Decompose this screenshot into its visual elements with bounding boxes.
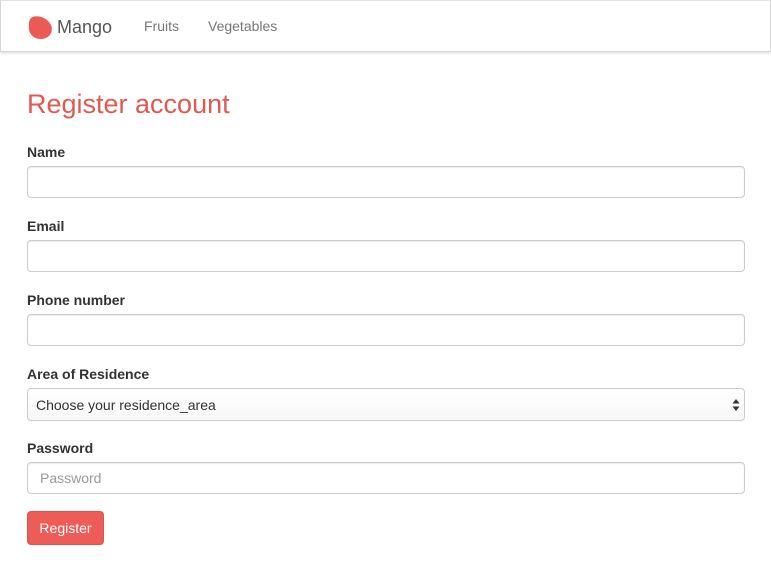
- brand-name: Mango: [57, 16, 113, 37]
- name-label: Name: [27, 144, 66, 160]
- email-field[interactable]: [27, 240, 745, 272]
- page-title: Register account: [27, 89, 230, 119]
- password-label: Password: [27, 440, 94, 456]
- residence-select-value: Choose your residence_area: [36, 397, 216, 413]
- nav-link-fruits[interactable]: Fruits: [144, 18, 179, 34]
- select-arrows-icon: [732, 399, 740, 411]
- email-label: Email: [27, 218, 65, 234]
- navbar: Mango Fruits Vegetables: [0, 0, 771, 52]
- name-field[interactable]: [27, 166, 745, 198]
- mango-icon: [28, 16, 52, 39]
- phone-label: Phone number: [27, 292, 126, 308]
- password-field[interactable]: [27, 462, 745, 494]
- nav-link-vegetables[interactable]: Vegetables: [208, 18, 277, 34]
- brand[interactable]: Mango: [27, 14, 112, 40]
- register-button[interactable]: Register: [27, 511, 104, 545]
- residence-label: Area of Residence: [27, 366, 150, 382]
- residence-select[interactable]: Choose your residence_area: [27, 388, 745, 421]
- phone-field[interactable]: [27, 314, 745, 346]
